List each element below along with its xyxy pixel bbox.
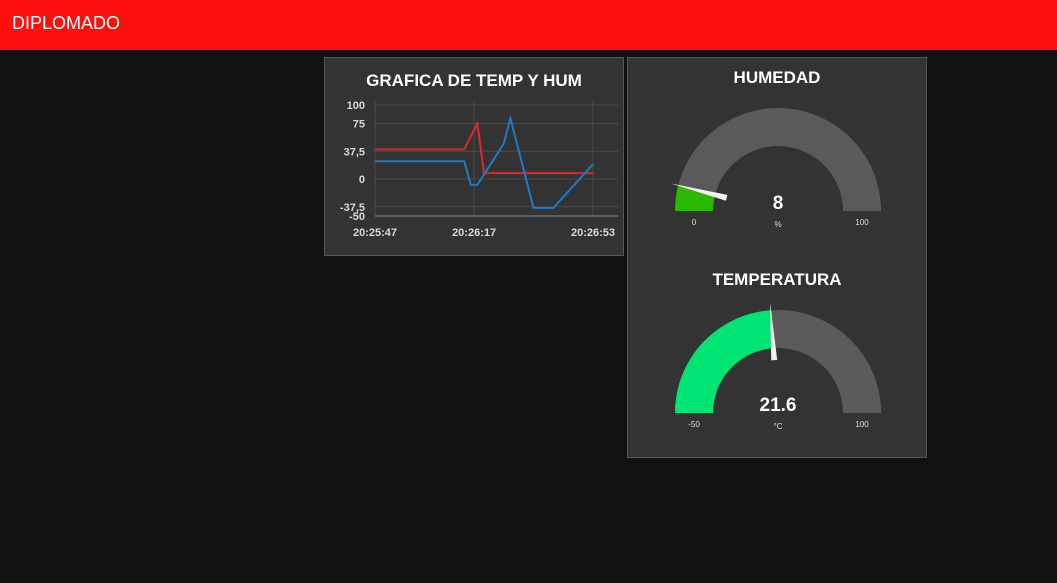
gauge-min-label: -50 bbox=[688, 420, 700, 429]
chart-x-tick-label: 20:26:53 bbox=[571, 227, 615, 239]
gauge-max-label: 100 bbox=[855, 420, 869, 429]
chart-y-tick-label: 100 bbox=[347, 100, 365, 112]
chart-series-line-1 bbox=[375, 120, 593, 175]
gauge-max-label: 100 bbox=[855, 218, 869, 227]
line-chart: 1007537,50-37,5-5020:25:47 20:26:17 20:26:… bbox=[340, 100, 618, 239]
chart-series-line-2 bbox=[375, 114, 594, 209]
humidity-gauge: 8% 0 100 bbox=[670, 108, 881, 229]
dashboard-title: DIPLOMADO bbox=[12, 13, 121, 33]
chart-x-tick-label: 20:25:47 bbox=[353, 227, 397, 239]
temperature-gauge: 21.6 °C -50 100 bbox=[675, 302, 881, 431]
chart-y-tick-label: 37,5 bbox=[344, 146, 365, 158]
chart-y-tick-label: -50 bbox=[349, 211, 365, 223]
gauge-min-label: 0 bbox=[692, 218, 697, 227]
gauge-value: 21.6 bbox=[760, 395, 797, 416]
top-bar: DIPLOMADO bbox=[0, 0, 1057, 50]
gauge-unit: % bbox=[774, 220, 781, 229]
chart-card: GRAFICA DE TEMP Y HUM 100 75 37,5 0 -37,5 -50… bbox=[324, 57, 624, 256]
chart-y-tick-label: 75 bbox=[353, 119, 365, 131]
chart-y-tick-label: 0 bbox=[359, 174, 365, 186]
temperature-gauge-title: TEMPERATURA bbox=[712, 270, 842, 289]
chart-x-tick-label: 20:26:17 bbox=[452, 227, 496, 239]
gauge-unit: °C bbox=[774, 422, 783, 431]
gauge-value: 8 bbox=[773, 193, 784, 214]
humidity-gauge-title: HUMEDAD bbox=[733, 68, 821, 87]
gauges-card: HUMEDAD 8% 0 100 TEMPERATURA 21.6 °C -50 100 bbox=[627, 57, 927, 458]
